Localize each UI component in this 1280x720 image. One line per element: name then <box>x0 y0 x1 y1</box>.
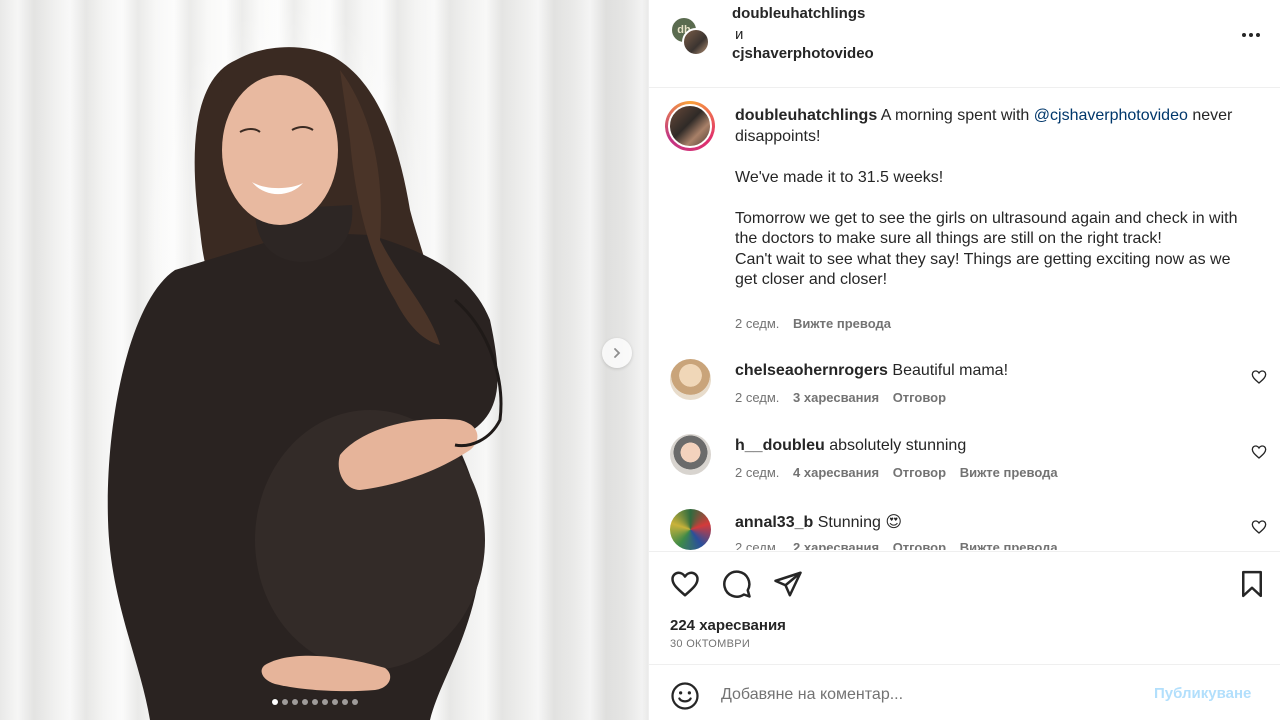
comment-translate-link[interactable]: Вижте превода <box>960 540 1058 550</box>
commenter-username[interactable]: annal33_b <box>735 514 813 531</box>
caption-translate-link[interactable]: Вижте превода <box>793 316 891 331</box>
like-comment-icon[interactable] <box>1251 444 1267 460</box>
comment-time[interactable]: 2 седм. <box>735 390 779 405</box>
likes-count[interactable]: 224 харесвания <box>670 617 786 634</box>
comment-meta: 2 седм. 3 харесвания Отговор <box>735 390 946 405</box>
reply-button[interactable]: Отговор <box>893 465 946 480</box>
comment-meta: 2 седм. 4 харесвания Отговор Вижте прево… <box>735 465 1058 480</box>
comment-likes[interactable]: 4 харесвания <box>793 465 879 480</box>
caption-meta: 2 седм. Вижте превода <box>735 316 891 331</box>
carousel-indicator <box>0 699 648 705</box>
comment-text: Stunning 😍 <box>817 514 903 531</box>
like-comment-icon[interactable] <box>1251 519 1267 535</box>
carousel-dot <box>282 699 288 705</box>
more-dot <box>1242 33 1246 37</box>
comment-text: absolutely stunning <box>829 437 967 454</box>
share-icon[interactable] <box>773 569 803 599</box>
comment-input[interactable] <box>721 679 1141 711</box>
comment-body: annal33_b Stunning 😍 <box>735 512 902 532</box>
caption-text-rest: never disappoints! We've made it to 31.5… <box>735 107 1238 288</box>
comment-likes[interactable]: 3 харесвания <box>793 390 879 405</box>
author-username[interactable]: doubleuhatchlings <box>732 5 865 22</box>
carousel-dot <box>322 699 328 705</box>
commenter-username[interactable]: chelseaohernrogers <box>735 362 888 379</box>
collab-conjunction: и <box>735 26 744 43</box>
carousel-dot <box>302 699 308 705</box>
next-slide-button[interactable] <box>602 338 632 368</box>
comment-composer: Публикуване <box>649 664 1280 720</box>
caption-time[interactable]: 2 седм. <box>735 316 779 331</box>
publish-button[interactable]: Публикуване <box>1154 685 1251 702</box>
reply-button[interactable]: Отговор <box>893 390 946 405</box>
comment-item: annal33_b Stunning 😍 2 седм. 2 харесвани… <box>649 509 1280 550</box>
comment-item: h__doubleu absolutely stunning 2 седм. 4… <box>649 434 1280 504</box>
carousel-dot <box>352 699 358 705</box>
comment-body: chelseaohernrogers Beautiful mama! <box>735 362 1008 380</box>
collab-avatars[interactable]: dh <box>670 16 714 56</box>
comments-section[interactable]: doubleuhatchlings A morning spent with @… <box>649 89 1280 550</box>
caption-text-start: A morning spent with <box>880 107 1030 124</box>
carousel-dot <box>272 699 278 705</box>
like-comment-icon[interactable] <box>1251 369 1267 385</box>
commenter-avatar[interactable] <box>670 434 711 475</box>
caption-avatar[interactable] <box>665 101 715 151</box>
comment-meta: 2 седм. 2 харесвания Отговор Вижте прево… <box>735 540 1058 550</box>
post-header: dh doubleuhatchlings и cjshaverphotovide… <box>649 0 1280 88</box>
carousel-dot <box>342 699 348 705</box>
more-dot <box>1249 33 1253 37</box>
caption-mention[interactable]: @cjshaverphotovideo <box>1034 107 1188 124</box>
more-dot <box>1256 33 1260 37</box>
comment-translate-link[interactable]: Вижте превода <box>960 465 1058 480</box>
carousel-dot <box>332 699 338 705</box>
caption-username[interactable]: doubleuhatchlings <box>735 107 877 124</box>
commenter-username[interactable]: h__doubleu <box>735 437 825 454</box>
heart-icon[interactable] <box>670 569 700 599</box>
commenter-avatar[interactable] <box>670 359 711 400</box>
caption: doubleuhatchlings A morning spent with @… <box>735 106 1255 291</box>
collaborator-username[interactable]: cjshaverphotovideo <box>732 45 874 62</box>
emoji-icon[interactable] <box>670 681 700 711</box>
collaborator-avatar[interactable] <box>682 28 710 56</box>
carousel-dot <box>292 699 298 705</box>
comment-body: h__doubleu absolutely stunning <box>735 437 966 455</box>
commenter-avatar[interactable] <box>670 509 711 550</box>
comment-text: Beautiful mama! <box>892 362 1009 379</box>
post-photo <box>107 47 503 720</box>
post-sidebar: dh doubleuhatchlings и cjshaverphotovide… <box>648 0 1280 720</box>
chevron-right-icon <box>614 348 621 358</box>
comment-time[interactable]: 2 седм. <box>735 465 779 480</box>
more-options-button[interactable] <box>1239 23 1263 47</box>
carousel-dot <box>312 699 318 705</box>
comment-icon[interactable] <box>722 569 752 599</box>
comment-time[interactable]: 2 седм. <box>735 540 779 550</box>
comment-item: chelseaohernrogers Beautiful mama! 2 сед… <box>649 359 1280 429</box>
bookmark-icon[interactable] <box>1237 569 1267 599</box>
post-actions: 224 харесвания 30 ОКТОМВРИ <box>649 551 1280 664</box>
reply-button[interactable]: Отговор <box>893 540 946 550</box>
comment-likes[interactable]: 2 харесвания <box>793 540 879 550</box>
post-date: 30 ОКТОМВРИ <box>670 638 751 650</box>
post-media[interactable] <box>0 0 648 720</box>
